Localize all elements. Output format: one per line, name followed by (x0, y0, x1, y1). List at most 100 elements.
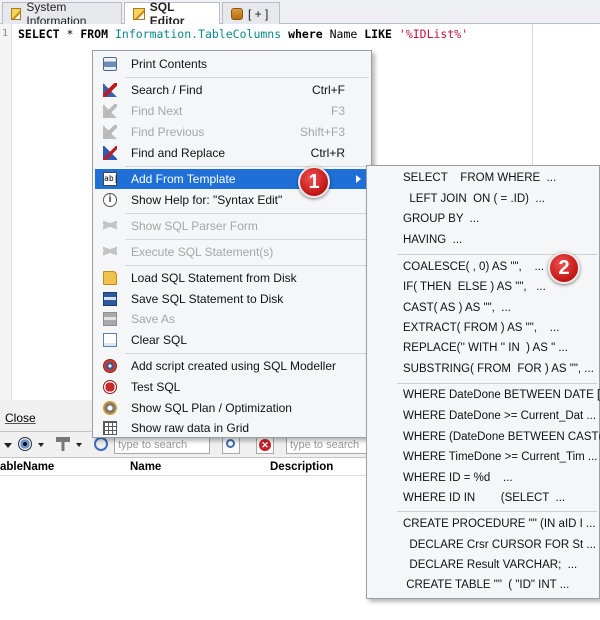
code-text: Name (322, 27, 365, 41)
string-literal: '%IDList%' (398, 27, 469, 41)
keyword: LIKE (364, 27, 392, 41)
menu-item-save-as[interactable]: Save As (95, 309, 369, 329)
submenu-item-substring[interactable]: SUBSTRING( FROM FOR ) AS "", ... (403, 363, 594, 375)
line-gutter: 1 (0, 24, 12, 400)
menu-item-load-sql[interactable]: Load SQL Statement from Disk (95, 268, 369, 288)
menu-item-find-and-replace[interactable]: Find and Replace Ctrl+R (95, 143, 369, 163)
submenu-item-coalesce[interactable]: COALESCE( , 0) AS "", ... (403, 261, 544, 273)
submenu-item-create-table[interactable]: CREATE TABLE "" ( "ID" INT ... (403, 579, 569, 591)
submenu-item-where-date-cast[interactable]: WHERE (DateDone BETWEEN CAST( ... (403, 431, 600, 443)
submenu-separator (397, 383, 597, 384)
menu-item-show-raw-grid[interactable]: Show raw data in Grid (95, 418, 369, 438)
table-identifier: Information.TableColumns (114, 27, 282, 41)
menu-separator (125, 353, 369, 354)
submenu-item-where-id-in[interactable]: WHERE ID IN (SELECT ... (403, 492, 565, 504)
template-submenu: SELECT FROM WHERE ... LEFT JOIN ON ( = .… (366, 165, 600, 599)
column-header[interactable]: Description (270, 461, 333, 473)
submenu-item-where-date-current[interactable]: WHERE DateDone >= Current_Dat ... (403, 410, 596, 422)
hammer-icon[interactable] (56, 437, 70, 451)
menu-item-test-sql[interactable]: Test SQL (95, 377, 369, 397)
tab-system-information[interactable]: System Information (2, 0, 122, 28)
context-menu: Print Contents Search / Find Ctrl+F Find… (92, 50, 372, 438)
flashlight-icon (103, 83, 117, 97)
menu-item-label: Show SQL Plan / Optimization (131, 401, 292, 415)
menu-separator (125, 213, 369, 214)
search-button[interactable] (222, 436, 240, 454)
submenu-item-left-join[interactable]: LEFT JOIN ON ( = .ID) ... (403, 193, 545, 205)
chevron-down-icon[interactable] (76, 443, 82, 447)
lightning-icon (103, 219, 117, 233)
menu-item-shortcut: F3 (330, 104, 345, 118)
chevron-down-icon[interactable] (38, 443, 44, 447)
submenu-item-declare-cursor[interactable]: DECLARE Crsr CURSOR FOR St ... (403, 539, 596, 551)
menu-item-execute-sql[interactable]: Execute SQL Statement(s) (95, 242, 369, 262)
keyword: SELECT (18, 27, 60, 41)
menu-item-add-script-modeller[interactable]: Add script created using SQL Modeller (95, 356, 369, 376)
step-badge-1: 1 (298, 166, 330, 198)
menu-item-label: Load SQL Statement from Disk (131, 271, 297, 285)
menu-item-shortcut: Ctrl+F (312, 83, 345, 97)
menu-item-label: Execute SQL Statement(s) (131, 245, 274, 259)
menu-item-label: Show raw data in Grid (131, 421, 250, 435)
submenu-item-extract[interactable]: EXTRACT( FROM ) AS "", ... (403, 322, 559, 334)
clear-page-icon (103, 333, 117, 347)
database-icon (231, 7, 243, 20)
tab-sql-editor[interactable]: SQL Editor (124, 0, 220, 28)
grid-icon (103, 421, 117, 435)
menu-item-label: Show SQL Parser Form (131, 219, 258, 233)
submenu-item-where-date-between[interactable]: WHERE DateDone BETWEEN DATE [ ... (403, 389, 600, 401)
submenu-item-create-procedure[interactable]: CREATE PROCEDURE "" (IN aID I ... (403, 518, 596, 530)
search-input[interactable]: type to search (114, 436, 210, 454)
menu-item-label: Print Contents (131, 57, 208, 71)
flashlight-icon (103, 104, 117, 118)
menu-item-shortcut: Ctrl+R (310, 146, 345, 160)
submenu-item-where-time[interactable]: WHERE TimeDone >= Current_Tim ... (403, 451, 598, 463)
dropdown-arrow-icon[interactable] (4, 443, 12, 448)
pencil-icon (11, 7, 22, 20)
menu-separator (125, 77, 369, 78)
menu-item-show-help[interactable]: i Show Help for: "Syntax Edit" (95, 190, 369, 210)
menu-item-label: Clear SQL (131, 333, 188, 347)
menu-item-find-next[interactable]: Find Next F3 (95, 101, 369, 121)
flashlight-icon (103, 125, 117, 139)
keyword: where (288, 27, 323, 41)
menu-item-label: Find Previous (131, 125, 205, 139)
menu-separator (125, 166, 369, 167)
submenu-arrow-icon (356, 175, 361, 183)
link-icon[interactable] (94, 437, 108, 451)
replace-icon (103, 146, 117, 160)
tab-label: [ + ] (248, 6, 269, 21)
menu-item-search-find[interactable]: Search / Find Ctrl+F (95, 80, 369, 100)
submenu-item-cast[interactable]: CAST( AS ) AS "", ... (403, 302, 511, 314)
text-field-icon: ab| (103, 172, 118, 186)
submenu-item-declare-result[interactable]: DECLARE Result VARCHAR; ... (403, 559, 577, 571)
close-link[interactable]: Close (5, 411, 36, 425)
printer-icon (103, 57, 117, 71)
submenu-item-if[interactable]: IF( THEN ELSE ) AS "", ... (403, 281, 546, 293)
menu-item-clear-sql[interactable]: Clear SQL (95, 330, 369, 350)
clear-search-button[interactable]: ✕ (256, 436, 274, 454)
submenu-item-having[interactable]: HAVING ... (403, 234, 462, 246)
column-header[interactable]: Name (130, 461, 161, 473)
plan-icon (103, 401, 117, 415)
menu-item-save-sql[interactable]: Save SQL Statement to Disk (95, 289, 369, 309)
menu-item-show-sql-plan[interactable]: Show SQL Plan / Optimization (95, 398, 369, 418)
menu-item-show-sql-parser-form[interactable]: Show SQL Parser Form (95, 216, 369, 236)
menu-item-label: Save SQL Statement to Disk (131, 292, 284, 306)
menu-item-shortcut: Shift+F3 (299, 125, 345, 139)
sql-code-line[interactable]: SELECT * FROM Information.TableColumns w… (18, 27, 468, 41)
menu-item-find-previous[interactable]: Find Previous Shift+F3 (95, 122, 369, 142)
menu-item-print-contents[interactable]: Print Contents (95, 54, 369, 74)
menu-separator (125, 239, 369, 240)
submenu-item-where-id[interactable]: WHERE ID = %d ... (403, 472, 513, 484)
eye-icon[interactable] (18, 437, 32, 451)
column-header[interactable]: ableName (0, 461, 54, 473)
tab-bar: System Information SQL Editor [ + ] (0, 0, 600, 28)
menu-item-label: Add From Template (131, 172, 236, 186)
menu-item-label: Test SQL (131, 380, 181, 394)
submenu-item-select[interactable]: SELECT FROM WHERE ... (403, 172, 556, 184)
tab-new[interactable]: [ + ] (222, 2, 280, 24)
submenu-item-group-by[interactable]: GROUP BY ... (403, 213, 479, 225)
submenu-item-replace[interactable]: REPLACE('' WITH '' IN ) AS " ... (403, 342, 568, 354)
lightning-icon (103, 245, 117, 259)
